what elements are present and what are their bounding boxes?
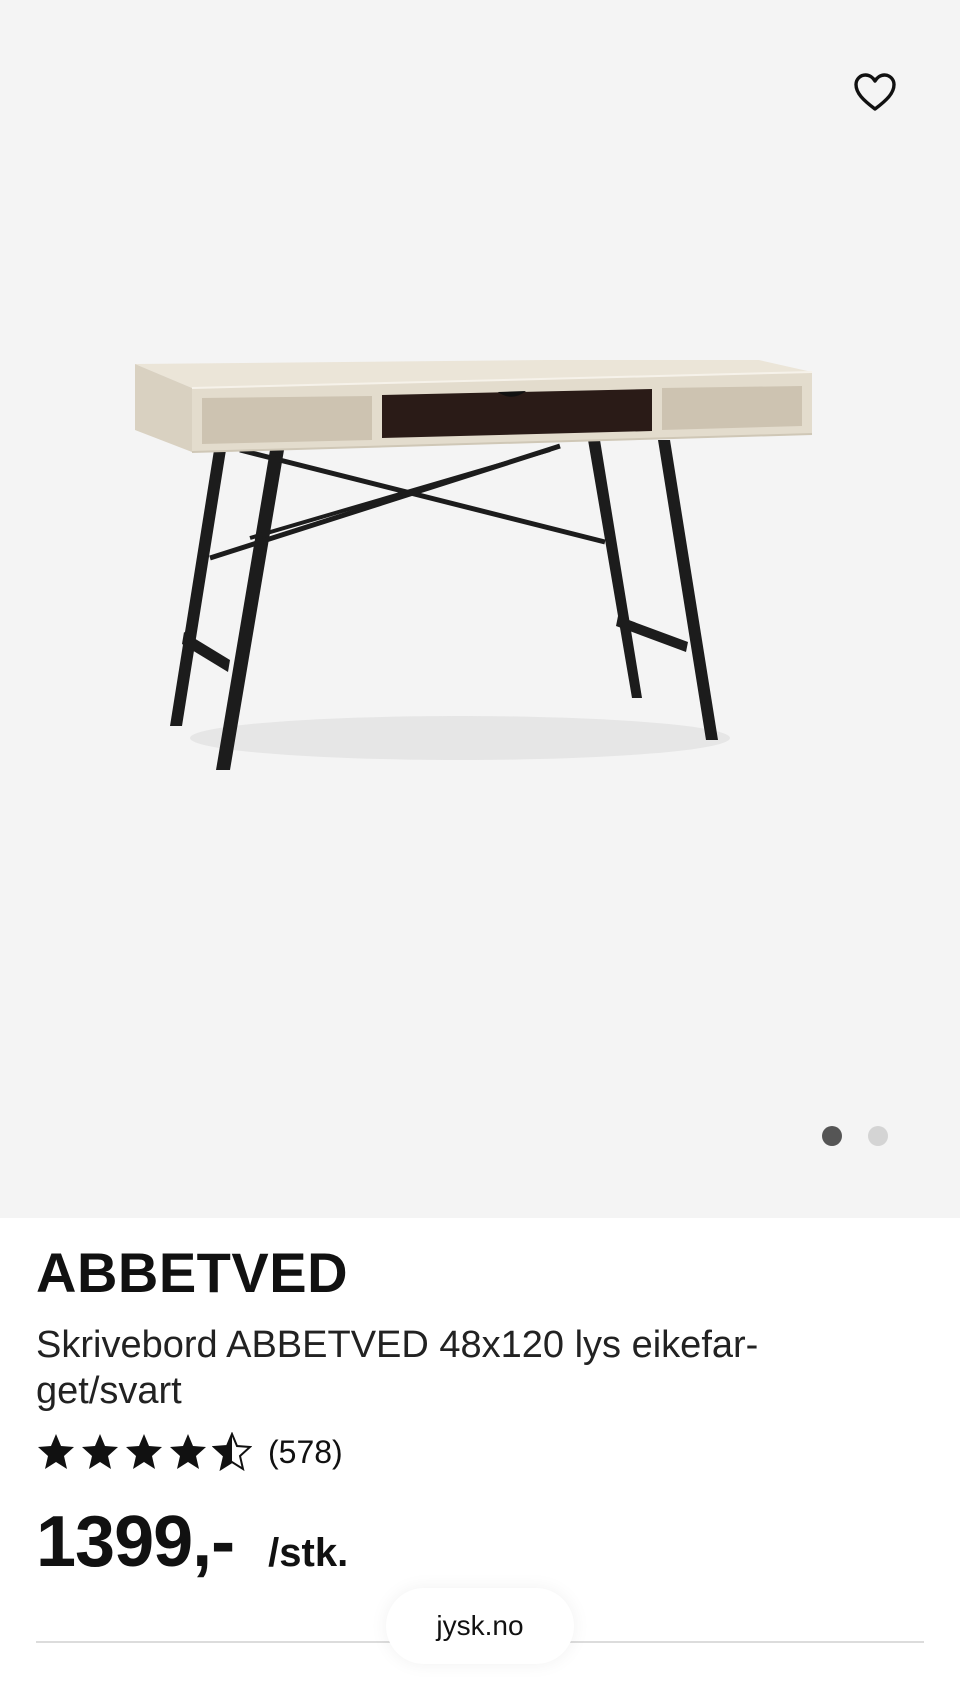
star-full-icon [38,1434,74,1469]
star-full-icon [126,1434,162,1469]
gallery-dot-1[interactable] [822,1126,842,1146]
browser-url-bar[interactable]: jysk.no [386,1588,574,1664]
price-row: 1399,- /stk. [36,1500,348,1584]
desk-product-image [135,360,813,770]
product-brand-title: ABBETVED [36,1241,349,1304]
gallery-dot-2[interactable] [868,1126,888,1146]
product-image-gallery[interactable] [0,0,960,1218]
product-price: 1399,- [36,1502,235,1582]
product-rating[interactable]: (578) [36,1432,343,1472]
gallery-pagination [822,1126,888,1146]
star-full-icon [170,1434,206,1469]
heart-outline-icon [854,73,896,111]
product-description: Skrivebord ABBETVED 48x120 lys eikefar-g… [36,1324,759,1412]
favorite-button[interactable] [846,66,904,118]
url-text: jysk.no [436,1610,524,1641]
product-page: ABBETVED Skrivebord ABBETVED 48x120 lys … [0,0,960,1699]
price-unit: /stk. [268,1531,349,1575]
review-count[interactable]: (578) [268,1434,343,1471]
rating-stars [36,1432,252,1472]
star-full-icon [82,1434,118,1469]
star-half-icon [212,1432,252,1472]
